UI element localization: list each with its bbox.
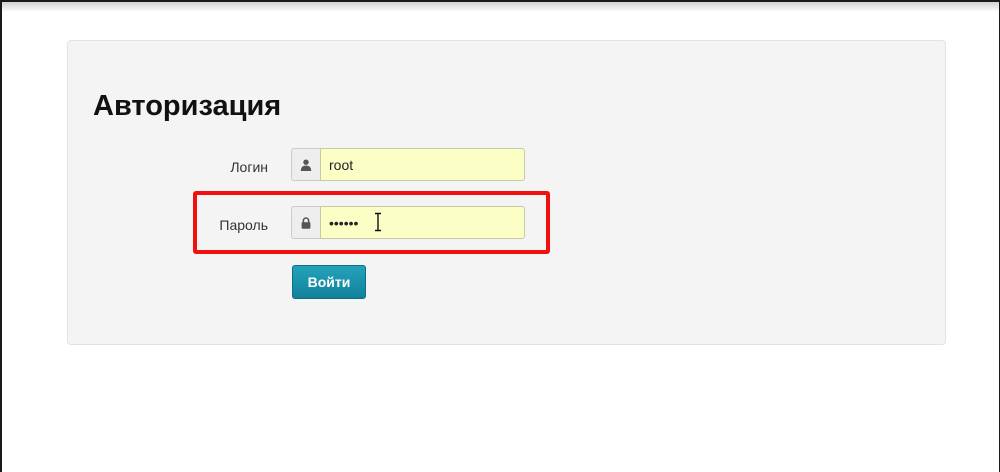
top-shadow [2,2,1000,12]
login-label: Логин [230,159,268,175]
password-highlight-box [193,191,550,254]
login-input[interactable] [320,148,525,181]
login-button[interactable]: Войти [292,265,366,299]
page-title: Авторизация [93,90,282,122]
user-icon [291,148,320,181]
login-panel: Авторизация Логин Пароль Войти [67,40,946,345]
